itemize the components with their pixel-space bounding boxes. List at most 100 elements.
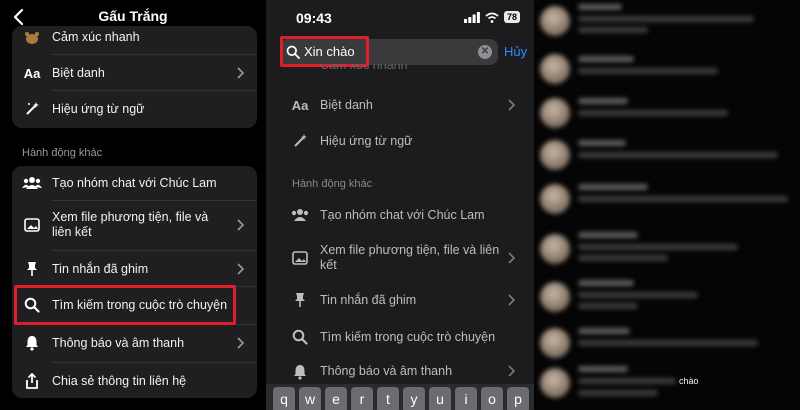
- row-label: Biệt danh: [52, 66, 105, 80]
- row-label: Biệt danh: [320, 98, 373, 112]
- on-screen-keyboard: q w e r t y u i o p: [266, 384, 534, 410]
- avatar: [540, 234, 570, 264]
- other-actions-group: Tạo nhóm chat với Chúc Lam Xem file phươ…: [12, 166, 257, 398]
- status-time: 09:43: [296, 10, 332, 26]
- blurred-text: [578, 292, 698, 298]
- key[interactable]: w: [299, 387, 321, 410]
- search-panel: 09:43 78 Xin chào ✕ Hủy Cảm xúc nhanh Aa…: [266, 0, 534, 410]
- row-label: Tin nhắn đã ghim: [52, 262, 149, 276]
- row-label: Chia sẻ thông tin liên hệ: [52, 374, 187, 388]
- list-item[interactable]: [534, 178, 800, 234]
- row-create-group[interactable]: Tạo nhóm chat với Chúc Lam: [12, 166, 257, 200]
- key[interactable]: q: [273, 387, 295, 410]
- row-share-contact[interactable]: Chia sẻ thông tin liên hệ: [12, 364, 257, 398]
- row-label: Cảm xúc nhanh: [52, 30, 140, 44]
- key[interactable]: o: [481, 387, 503, 410]
- battery-indicator: 78: [503, 11, 520, 23]
- row-label: Tạo nhóm chat với Chúc Lam: [52, 176, 217, 190]
- key[interactable]: y: [403, 387, 425, 410]
- key[interactable]: r: [351, 387, 373, 410]
- divider: [52, 200, 257, 201]
- chevron-right-icon: [237, 67, 245, 79]
- avatar: [540, 54, 570, 84]
- row-search-in-conversation[interactable]: Tìm kiếm trong cuộc trò chuyện: [266, 320, 534, 354]
- avatar: [540, 98, 570, 128]
- share-icon: [22, 371, 42, 391]
- cancel-button[interactable]: Hủy: [504, 44, 527, 59]
- row-label: Hiệu ứng từ ngữ: [320, 134, 413, 148]
- status-bar: 09:43 78: [266, 0, 534, 34]
- blurred-text: [578, 378, 676, 384]
- key[interactable]: u: [429, 387, 451, 410]
- blurred-text: [578, 184, 648, 190]
- blurred-results-list: [534, 0, 800, 410]
- key[interactable]: e: [325, 387, 347, 410]
- row-word-effects[interactable]: Hiệu ứng từ ngữ: [12, 92, 257, 126]
- divider: [52, 250, 257, 251]
- row-label: Thông báo và âm thanh: [52, 336, 185, 350]
- row-quick-reaction[interactable]: Cảm xúc nhanh: [266, 64, 534, 78]
- highlight-box: [14, 285, 236, 325]
- key[interactable]: t: [377, 387, 399, 410]
- avatar: [540, 184, 570, 214]
- row-label: Cảm xúc nhanh: [320, 64, 408, 72]
- blurred-text: [578, 303, 638, 309]
- row-media-files[interactable]: Xem file phương tiện, file và liên kết: [266, 236, 534, 280]
- blurred-text: [578, 98, 628, 104]
- pin-icon: [22, 259, 42, 279]
- blurred-text: [578, 255, 668, 261]
- avatar: [540, 368, 570, 398]
- blurred-text: [578, 152, 778, 158]
- section-label: Hành động khác: [292, 178, 373, 190]
- row-label: Xem file phương tiện, file và liên kết: [52, 210, 209, 239]
- blurred-text: [578, 27, 648, 33]
- row-label: Tin nhắn đã ghim: [320, 293, 417, 307]
- chevron-right-icon: [237, 337, 245, 349]
- aa-text-icon: Aa: [23, 65, 41, 81]
- row-notifications-sounds[interactable]: Thông báo và âm thanh: [266, 356, 534, 386]
- aa-text-icon: Aa: [291, 97, 309, 113]
- row-nickname[interactable]: Aa Biệt danh: [12, 56, 257, 90]
- row-pinned-messages[interactable]: Tin nhắn đã ghim: [12, 252, 257, 286]
- key[interactable]: i: [455, 387, 477, 410]
- list-item[interactable]: [534, 362, 800, 410]
- blurred-text: [578, 232, 638, 238]
- search-results-panel: [534, 0, 800, 410]
- avatar: [540, 6, 570, 36]
- avatar: [540, 140, 570, 170]
- bear-emoji-icon: [22, 28, 42, 48]
- row-label: Xem file phương tiện, file và liên kết: [320, 243, 500, 272]
- row-pinned-messages[interactable]: Tin nhắn đã ghim: [266, 283, 534, 317]
- row-quick-reaction[interactable]: Cảm xúc nhanh: [12, 26, 257, 48]
- blurred-text: [578, 140, 626, 146]
- wifi-icon: [485, 12, 499, 23]
- section-label: Hành động khác: [22, 147, 103, 159]
- chevron-right-icon: [508, 252, 516, 264]
- row-label: Tạo nhóm chat với Chúc Lam: [320, 208, 485, 222]
- highlight-box: [280, 36, 369, 67]
- search-icon: [290, 327, 310, 347]
- row-media-files[interactable]: Xem file phương tiện, file và liên kết: [12, 202, 257, 248]
- highlighted-keyword: chào: [679, 376, 699, 386]
- key[interactable]: p: [507, 387, 529, 410]
- row-label: Hiệu ứng từ ngữ: [52, 102, 145, 116]
- blurred-text: [578, 340, 758, 346]
- divider: [52, 54, 257, 55]
- row-notifications-sounds[interactable]: Thông báo và âm thanh: [12, 326, 257, 360]
- magic-wand-icon: [290, 131, 310, 151]
- people-icon: [22, 173, 42, 193]
- clear-icon[interactable]: ✕: [478, 45, 492, 59]
- people-icon: [290, 205, 310, 225]
- image-icon: [22, 215, 42, 235]
- image-icon: [290, 248, 310, 268]
- avatar: [540, 282, 570, 312]
- row-nickname[interactable]: Aa Biệt danh: [266, 88, 534, 122]
- customize-group: Cảm xúc nhanh Aa Biệt danh Hiệu ứng từ n…: [12, 26, 257, 128]
- row-word-effects[interactable]: Hiệu ứng từ ngữ: [266, 124, 534, 158]
- chevron-right-icon: [508, 294, 516, 306]
- row-create-group[interactable]: Tạo nhóm chat với Chúc Lam: [266, 198, 534, 232]
- chevron-right-icon: [237, 263, 245, 275]
- magic-wand-icon: [22, 99, 42, 119]
- chevron-right-icon: [508, 365, 516, 377]
- row-label: Tìm kiếm trong cuộc trò chuyện: [320, 330, 496, 344]
